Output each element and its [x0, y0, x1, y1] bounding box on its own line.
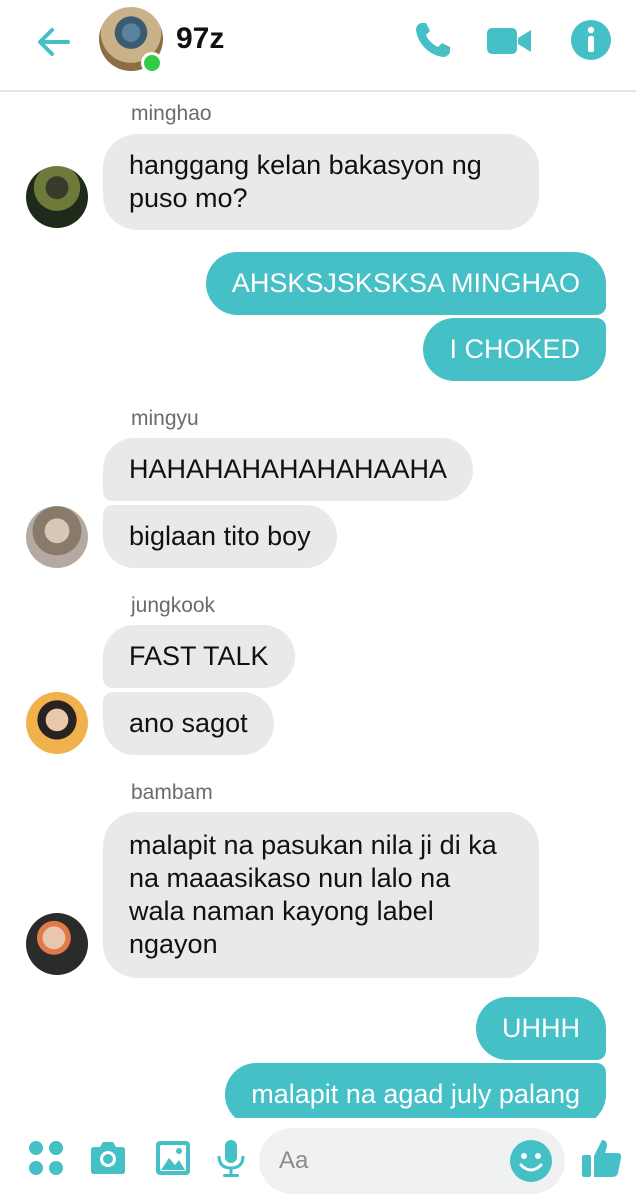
incoming-message[interactable]: FAST TALK [103, 625, 295, 688]
incoming-message[interactable]: HAHAHAHAHAHAHAAHA [103, 438, 474, 501]
camera-icon[interactable] [88, 1138, 128, 1178]
thumbs-up-icon[interactable] [580, 1136, 624, 1180]
sender-name: bambam [131, 781, 213, 804]
sender-avatar-jungkook[interactable] [26, 692, 88, 754]
conversation-title[interactable]: 97z [176, 22, 224, 56]
sender-name: mingyu [131, 407, 199, 430]
outgoing-message[interactable]: malapit na agad july palang [225, 1063, 606, 1126]
back-arrow-icon[interactable] [32, 20, 76, 64]
online-status-indicator [141, 52, 163, 74]
info-icon[interactable] [569, 18, 613, 62]
outgoing-message[interactable]: I CHOKED [423, 318, 606, 381]
apps-grid-icon[interactable] [26, 1138, 66, 1178]
video-camera-icon[interactable] [486, 18, 532, 62]
incoming-message[interactable]: malapit na pasukan nila ji di ka na maaa… [103, 812, 539, 978]
sender-name: minghao [131, 102, 212, 125]
image-icon[interactable] [153, 1138, 193, 1178]
sender-name: jungkook [131, 594, 216, 617]
incoming-message[interactable]: ano sagot [103, 692, 274, 755]
phone-icon[interactable] [411, 18, 455, 62]
microphone-icon[interactable] [211, 1138, 251, 1178]
sender-avatar-minghao[interactable] [26, 166, 88, 228]
message-input[interactable] [279, 1142, 499, 1180]
outgoing-message[interactable]: AHSKSJSKSKSA MINGHAO [205, 252, 606, 315]
sender-avatar-bambam[interactable] [26, 913, 88, 975]
incoming-message[interactable]: biglaan tito boy [103, 505, 337, 568]
incoming-message[interactable]: hanggang kelan bakasyon ng puso mo? [103, 134, 539, 230]
emoji-icon[interactable] [509, 1139, 553, 1183]
conversation-header: 97z [0, 0, 636, 92]
message-input-container [259, 1128, 565, 1194]
sender-avatar-mingyu[interactable] [26, 506, 88, 568]
outgoing-message[interactable]: UHHH [476, 997, 606, 1060]
